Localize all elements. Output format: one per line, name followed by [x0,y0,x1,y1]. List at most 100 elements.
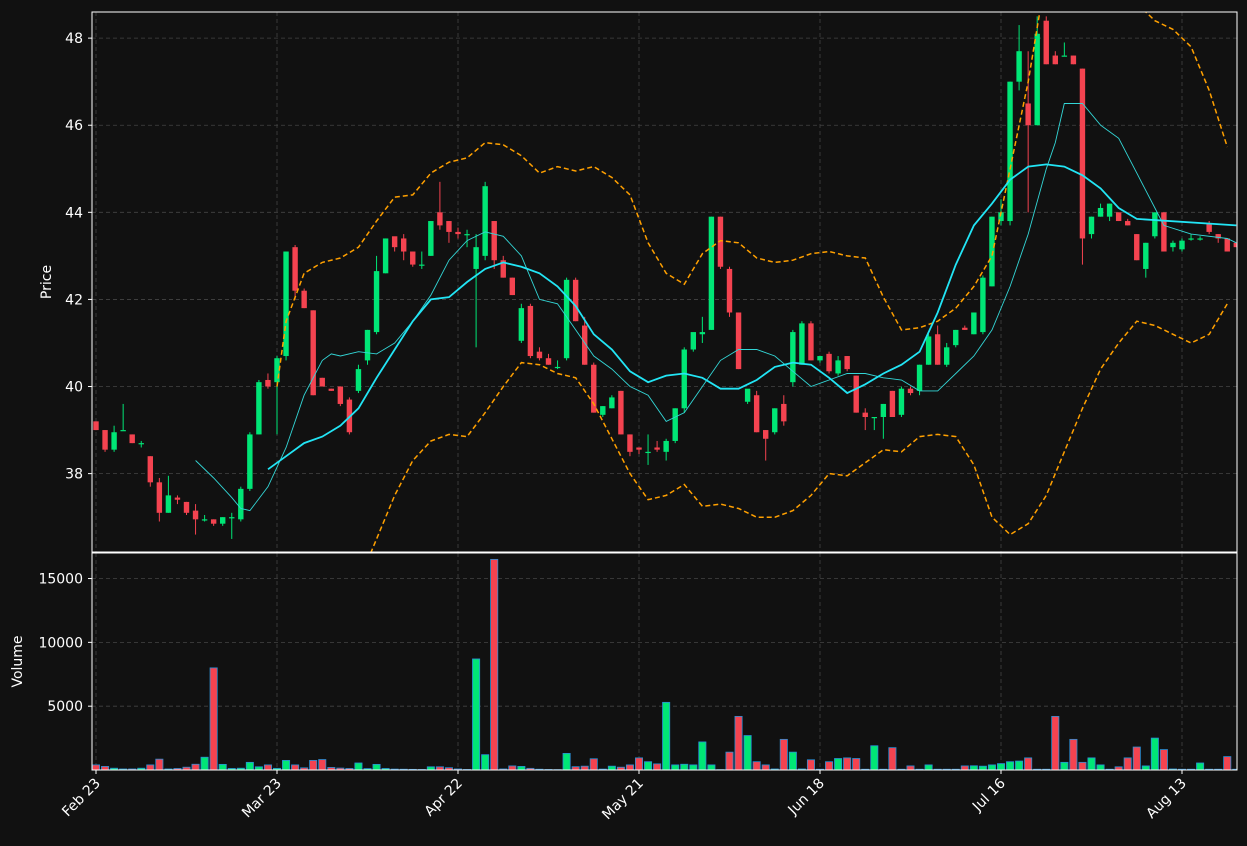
candle-body-up [111,432,116,449]
candle-body-up [1179,241,1184,250]
candle-body-up [383,238,388,273]
volume-bar-down [780,739,787,770]
candle-body-down [184,502,189,513]
price-y-tick-label: 46 [65,118,83,134]
candle-body-down [329,389,334,391]
volume-bar-up [744,736,751,770]
candle-body-down [618,391,623,435]
candle-body-up [600,406,605,415]
volume-bar-up [663,702,670,770]
volume-bar-up [1097,765,1104,770]
candle-body-down [1125,221,1130,225]
volume-bar-down [192,764,199,770]
candle-body-down [890,391,895,417]
candle-body-down [781,404,786,421]
candle-body-down [727,269,732,313]
candle-body-down [93,421,98,430]
volume-bar-down [889,748,896,770]
candle-body-up [790,332,795,382]
volume-bar-down [762,765,769,770]
volume-bar-up [979,766,986,770]
volume-y-tick-label: 5000 [47,699,83,715]
candle-body-down [908,389,913,393]
candle-body-down [591,365,596,413]
candle-body-down [193,511,198,520]
candle-body-up [881,404,886,417]
volume-bar-up [1142,766,1149,770]
candle-body-up [1062,56,1067,57]
candle-body-up [971,312,976,334]
volume-bar-up [871,746,878,770]
candle-body-down [1161,212,1166,251]
volume-bar-up [608,766,615,770]
candle-body-up [673,408,678,441]
candle-body-up [835,360,840,373]
volume-axis-label: Volume [10,635,26,687]
volume-bar-down [1025,758,1032,770]
volume-bar-down [319,760,326,770]
candle-body-up [247,434,252,488]
volume-bar-down [753,762,760,770]
candle-body-up [1098,208,1103,217]
candle-body-down [1044,21,1049,65]
volume-bar-up [1016,761,1023,770]
candle-body-down [654,447,659,449]
volume-bar-up [282,760,289,770]
volume-bar-up [518,766,525,770]
volume-bar-down [907,766,914,770]
volume-bar-down [626,765,633,770]
candle-body-up [1143,243,1148,269]
candle-body-down [292,247,297,291]
candle-body-up [953,330,958,345]
candle-body-down [1225,238,1230,251]
volume-bar-up [690,765,697,770]
candle-body-down [627,434,632,451]
price-y-tick-label: 42 [65,292,83,308]
volume-bar-down [844,758,851,770]
candle-body-down [401,238,406,251]
candle-body-down [311,310,316,395]
volume-bar-down [92,765,99,770]
candle-body-up [473,247,478,269]
candle-body-up [980,278,985,332]
candle-body-down [573,280,578,321]
candle-body-up [1197,238,1202,239]
volume-bar-down [635,758,642,770]
candle-body-down [546,358,551,365]
candle-body-down [1134,234,1139,260]
volume-bar-down [961,766,968,770]
volume-bar-down [147,765,154,770]
candle-body-up [256,382,261,434]
candle-body-down [1025,103,1030,125]
candle-body-down [265,380,270,387]
candle-body-down [1080,69,1085,239]
price-y-tick-label: 38 [65,467,83,483]
volume-bar-up [1151,738,1158,770]
candle-body-down [157,482,162,512]
candle-body-up [989,217,994,287]
volume-bar-up [563,753,570,770]
volume-bar-down [853,759,860,770]
volume-bar-down [1079,762,1086,770]
volume-bar-down [101,766,108,770]
candle-body-up [917,365,922,391]
candle-body-down [854,376,859,413]
volume-bar-up [246,762,253,770]
candle-body-up [365,330,370,360]
candle-body-up [772,408,777,432]
candle-body-down [510,278,515,295]
candle-body-down [826,354,831,371]
candle-body-down [437,212,442,225]
candle-body-up [1089,217,1094,234]
candle-body-up [1007,82,1012,221]
candle-body-up [709,217,714,330]
candle-body-up [609,397,614,408]
candle-body-up [899,389,904,415]
price-axis-label: Price [39,265,55,299]
candle-body-down [962,328,967,330]
volume-bar-up [1061,762,1068,770]
candle-body-up [799,323,804,364]
candle-body-up [428,221,433,256]
volume-bar-up [644,762,651,770]
volume-bar-down [1070,739,1077,770]
